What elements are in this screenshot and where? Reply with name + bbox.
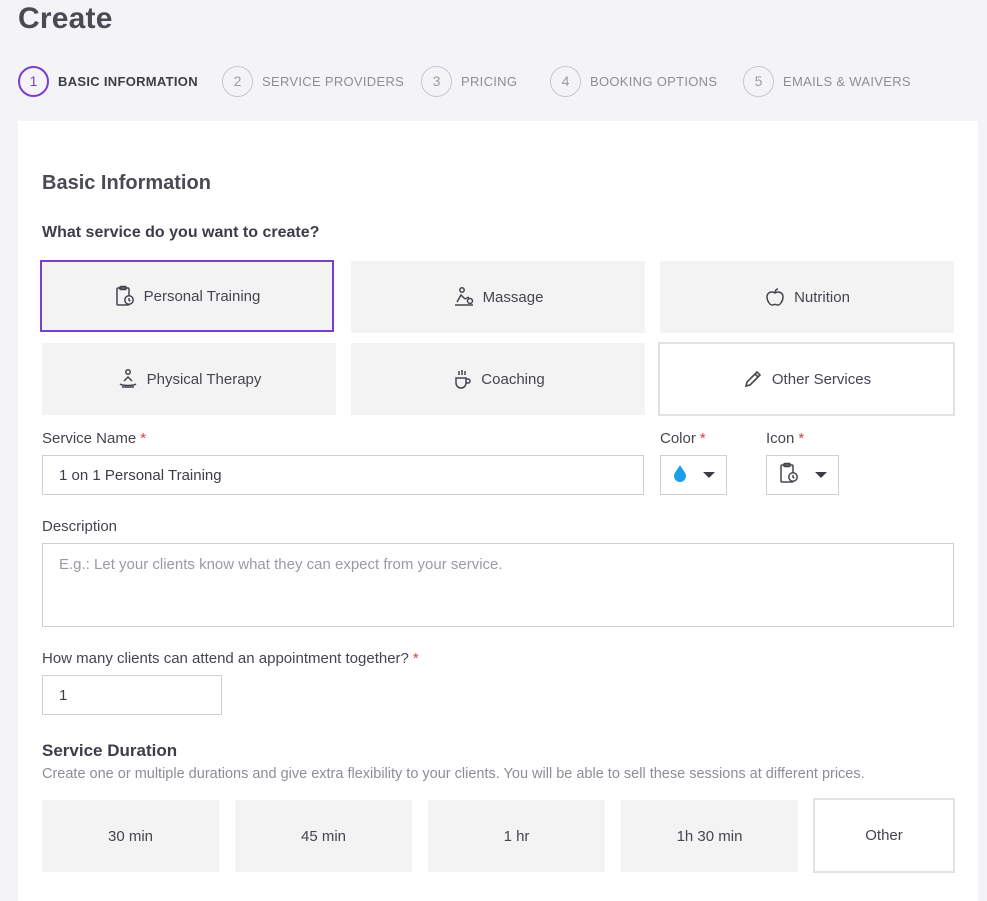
stepper: 1 BASIC INFORMATION 2 SERVICE PROVIDERS …	[18, 65, 938, 97]
service-nutrition[interactable]: Nutrition	[660, 261, 954, 333]
icon-dropdown[interactable]	[766, 455, 839, 495]
duration-30-min[interactable]: 30 min	[42, 800, 219, 872]
pencil-icon	[742, 368, 764, 390]
service-name-label: Service Name *	[42, 430, 147, 447]
color-label: Color *	[660, 430, 706, 447]
clients-input[interactable]: 1	[42, 675, 222, 715]
clipboard-clock-icon	[779, 462, 799, 489]
color-dropdown[interactable]	[660, 455, 727, 495]
icon-label: Icon *	[766, 430, 805, 447]
therapy-icon	[117, 368, 139, 390]
service-label: Nutrition	[794, 288, 850, 306]
massage-icon	[453, 286, 475, 308]
step-label: BOOKING OPTIONS	[590, 73, 718, 89]
chevron-down-icon	[703, 472, 715, 478]
step-label: PRICING	[461, 73, 518, 89]
clients-label: How many clients can attend an appointme…	[42, 650, 419, 667]
service-label: Other Services	[771, 370, 872, 388]
service-other-services[interactable]: Other Services	[658, 342, 955, 416]
description-textarea[interactable]: E.g.: Let your clients know what they ca…	[42, 543, 954, 627]
step-number: 2	[222, 65, 253, 97]
service-massage[interactable]: Massage	[351, 261, 645, 333]
service-label: Massage	[482, 288, 544, 306]
droplet-icon	[673, 464, 687, 487]
service-label: Personal Training	[143, 287, 261, 305]
step-service-providers[interactable]: 2 SERVICE PROVIDERS	[222, 65, 404, 97]
step-label: EMAILS & WAIVERS	[783, 73, 911, 89]
step-booking-options[interactable]: 4 BOOKING OPTIONS	[550, 65, 717, 97]
service-label: Coaching	[481, 370, 545, 388]
step-label: BASIC INFORMATION	[58, 73, 198, 89]
step-emails-waivers[interactable]: 5 EMAILS & WAIVERS	[743, 65, 911, 97]
duration-subtitle: Create one or multiple durations and giv…	[42, 766, 865, 782]
step-number: 4	[550, 65, 581, 97]
page-title: Create	[18, 2, 113, 35]
duration-1-hr[interactable]: 1 hr	[428, 800, 605, 872]
step-pricing[interactable]: 3 PRICING	[421, 65, 517, 97]
service-coaching[interactable]: Coaching	[351, 343, 645, 415]
step-number: 5	[743, 65, 774, 97]
duration-1h-30-min[interactable]: 1h 30 min	[621, 800, 798, 872]
duration-title: Service Duration	[42, 741, 178, 760]
duration-other[interactable]: Other	[813, 798, 955, 873]
description-label: Description	[42, 518, 118, 535]
chevron-down-icon	[815, 472, 827, 478]
service-name-input[interactable]: 1 on 1 Personal Training	[42, 455, 644, 495]
service-question: What service do you want to create?	[42, 224, 320, 241]
step-number: 3	[421, 65, 452, 97]
clipboard-clock-icon	[114, 285, 136, 307]
service-personal-training[interactable]: Personal Training	[40, 260, 334, 332]
service-label: Physical Therapy	[146, 370, 262, 388]
step-number: 1	[18, 65, 49, 97]
duration-45-min[interactable]: 45 min	[235, 800, 412, 872]
coaching-icon	[451, 368, 473, 390]
apple-icon	[764, 286, 786, 308]
step-label: SERVICE PROVIDERS	[262, 73, 405, 89]
step-basic-information[interactable]: 1 BASIC INFORMATION	[18, 65, 198, 97]
service-physical-therapy[interactable]: Physical Therapy	[42, 343, 336, 415]
form-card: Basic Information What service do you wa…	[18, 121, 978, 901]
section-title: Basic Information	[42, 172, 211, 194]
